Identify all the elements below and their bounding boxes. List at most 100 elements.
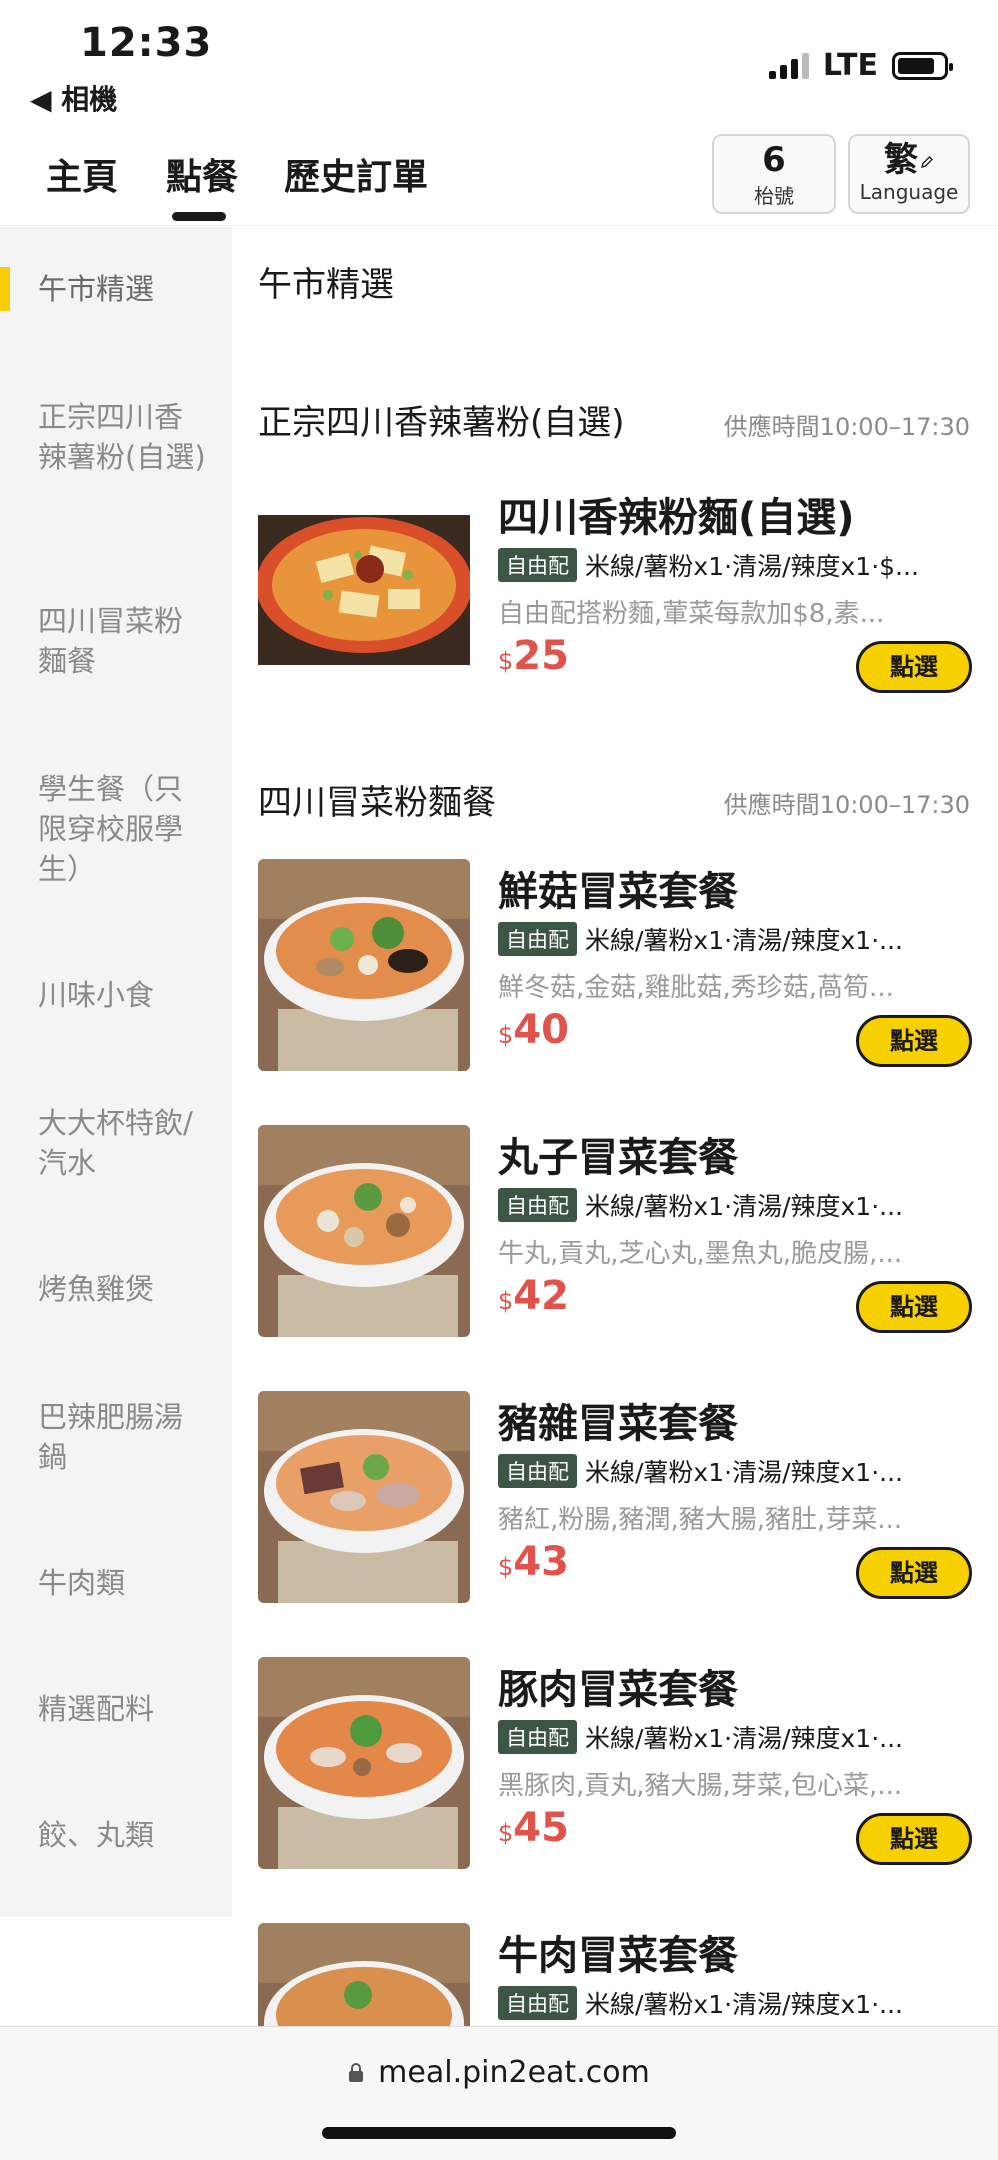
page-title: 午市精選 <box>258 265 394 305</box>
free-match-tag: 自由配 <box>498 1188 577 1222</box>
table-label: 枱號 <box>754 184 794 208</box>
active-tab-indicator <box>172 212 226 221</box>
sidebar-item-beef[interactable]: 牛肉類 <box>38 1563 208 1603</box>
address-bar[interactable]: meal.pin2eat.com <box>0 2055 998 2090</box>
product-card[interactable]: 豬雜冒菜套餐 自由配 米線/薯粉x1·清湯/辣度x1·... 豬紅,粉腸,豬潤,… <box>258 1391 972 1605</box>
product-image <box>258 1125 470 1337</box>
product-image <box>258 1923 470 2027</box>
product-options-row: 自由配 米線/薯粉x1·清湯/辣度x1·... <box>498 921 972 957</box>
tab-history[interactable]: 歷史訂單 <box>284 148 428 200</box>
product-card[interactable]: 丸子冒菜套餐 自由配 米線/薯粉x1·清湯/辣度x1·... 牛丸,貢丸,芝心丸… <box>258 1125 972 1339</box>
sidebar-item-intestine-pot[interactable]: 巴辣肥腸湯鍋 <box>38 1397 208 1477</box>
url-text: meal.pin2eat.com <box>378 2055 650 2090</box>
select-button[interactable]: 點選 <box>856 1547 972 1599</box>
status-bar: 12:33 ◀ 相機 LTE <box>0 0 998 120</box>
price-amount: 25 <box>513 633 569 679</box>
sidebar-item-grilled-fish[interactable]: 烤魚雞煲 <box>38 1269 208 1309</box>
product-card[interactable]: 牛肉冒菜套餐 自由配 米線/薯粉x1·清湯/辣度x1·... <box>258 1923 972 2027</box>
free-match-tag: 自由配 <box>498 548 577 582</box>
product-description: 豬紅,粉腸,豬潤,豬大腸,豬肚,芽菜... <box>498 1505 903 1535</box>
home-indicator[interactable] <box>322 2127 676 2139</box>
product-description: 自由配搭粉麵,葷菜每款加$8,素... <box>498 599 885 629</box>
product-card[interactable]: 四川香辣粉麵(自選) 自由配 米線/薯粉x1·清湯/辣度x1·$... 自由配搭… <box>258 485 972 699</box>
section-title-maocai: 四川冒菜粉麵餐 <box>258 783 496 823</box>
product-options-row: 自由配 米線/薯粉x1·清湯/辣度x1·... <box>498 1453 972 1489</box>
language-current: 繁 <box>884 140 918 180</box>
status-indicators: LTE <box>768 48 953 83</box>
product-options: 米線/薯粉x1·清湯/辣度x1·$... <box>585 552 919 581</box>
sidebar-item-student-meal[interactable]: 學生餐（只限穿校服學生） <box>38 769 208 889</box>
tab-home[interactable]: 主頁 <box>46 148 118 200</box>
product-options-row: 自由配 米線/薯粉x1·清湯/辣度x1·... <box>498 1187 972 1223</box>
signal-icon <box>768 52 809 79</box>
network-label: LTE <box>822 48 878 83</box>
sidebar-item-drinks[interactable]: 大大杯特飲/汽水 <box>38 1103 208 1183</box>
lock-icon <box>349 2063 364 2082</box>
product-name: 牛肉冒菜套餐 <box>498 1933 738 1979</box>
price-amount: 42 <box>513 1273 569 1319</box>
status-time: 12:33 <box>80 20 213 66</box>
product-image <box>258 1657 470 1869</box>
sidebar-active-indicator <box>0 267 10 311</box>
product-options: 米線/薯粉x1·清湯/辣度x1·... <box>585 1990 903 2019</box>
sidebar-item-dumplings[interactable]: 餃、丸類 <box>38 1815 208 1855</box>
tab-order[interactable]: 點餐 <box>166 148 238 200</box>
product-card[interactable]: 鮮菇冒菜套餐 自由配 米線/薯粉x1·清湯/辣度x1·... 鮮冬菇,金菇,雞肶… <box>258 859 972 1073</box>
product-description: 牛丸,貢丸,芝心丸,墨魚丸,脆皮腸,... <box>498 1239 903 1269</box>
battery-icon <box>892 51 953 80</box>
select-button[interactable]: 點選 <box>856 641 972 693</box>
price-amount: 43 <box>513 1539 569 1585</box>
free-match-tag: 自由配 <box>498 1454 577 1488</box>
product-options: 米線/薯粉x1·清湯/辣度x1·... <box>585 1724 903 1753</box>
product-card[interactable]: 豚肉冒菜套餐 自由配 米線/薯粉x1·清湯/辣度x1·... 黑豚肉,貢丸,豬大… <box>258 1657 972 1871</box>
product-name: 豚肉冒菜套餐 <box>498 1667 738 1713</box>
back-to-camera-link[interactable]: ◀ 相機 <box>30 78 117 118</box>
product-options-row: 自由配 米線/薯粉x1·清湯/辣度x1·... <box>498 1719 972 1755</box>
language-button[interactable]: 繁 Language <box>848 134 970 214</box>
product-name: 豬雜冒菜套餐 <box>498 1401 738 1447</box>
table-number: 6 <box>762 140 786 180</box>
section-time-sichuan-noodles: 供應時間10:00–17:30 <box>723 413 970 441</box>
category-sidebar: 午市精選 正宗四川香辣薯粉(自選) 四川冒菜粉麵餐 學生餐（只限穿校服學生） 川… <box>0 227 232 1917</box>
top-nav: 主頁 點餐 歷史訂單 6 枱號 繁 Language <box>0 120 998 226</box>
language-label: Language <box>859 180 959 204</box>
product-price: $43 <box>498 1539 569 1585</box>
select-button[interactable]: 點選 <box>856 1281 972 1333</box>
section-title-sichuan-noodles: 正宗四川香辣薯粉(自選) <box>258 403 625 443</box>
browser-bottom-bar: meal.pin2eat.com <box>0 2026 998 2160</box>
sidebar-item-lunch-specials[interactable]: 午市精選 <box>38 269 208 309</box>
price-amount: 40 <box>513 1007 569 1053</box>
free-match-tag: 自由配 <box>498 1986 577 2020</box>
product-description: 黑豚肉,貢丸,豬大腸,芽菜,包心菜,... <box>498 1771 903 1801</box>
section-time-maocai: 供應時間10:00–17:30 <box>723 791 970 819</box>
product-image <box>258 1391 470 1603</box>
free-match-tag: 自由配 <box>498 922 577 956</box>
price-amount: 45 <box>513 1805 569 1851</box>
select-button[interactable]: 點選 <box>856 1813 972 1865</box>
product-image <box>258 859 470 1071</box>
product-image <box>258 485 470 697</box>
product-options: 米線/薯粉x1·清湯/辣度x1·... <box>585 926 903 955</box>
price-currency: $ <box>498 1553 514 1581</box>
free-match-tag: 自由配 <box>498 1720 577 1754</box>
pencil-icon <box>920 156 933 169</box>
product-price: $42 <box>498 1273 569 1319</box>
sidebar-item-toppings[interactable]: 精選配料 <box>38 1689 208 1729</box>
product-price: $45 <box>498 1805 569 1851</box>
product-name: 丸子冒菜套餐 <box>498 1135 738 1181</box>
product-name: 鮮菇冒菜套餐 <box>498 869 738 915</box>
sidebar-item-maocai-set[interactable]: 四川冒菜粉麵餐 <box>38 601 208 681</box>
product-description: 鮮冬菇,金菇,雞肶菇,秀珍菇,萵筍... <box>498 973 894 1003</box>
sidebar-item-snacks[interactable]: 川味小食 <box>38 975 208 1015</box>
sidebar-item-sichuan-noodles[interactable]: 正宗四川香辣薯粉(自選) <box>38 397 208 477</box>
price-currency: $ <box>498 1021 514 1049</box>
table-number-box: 6 枱號 <box>712 134 836 214</box>
product-name: 四川香辣粉麵(自選) <box>498 495 855 541</box>
menu-content: 午市精選 正宗四川香辣薯粉(自選) 供應時間10:00–17:30 四川香辣粉麵… <box>232 227 998 2027</box>
price-currency: $ <box>498 647 514 675</box>
price-currency: $ <box>498 1287 514 1315</box>
product-price: $25 <box>498 633 569 679</box>
product-options-row: 自由配 米線/薯粉x1·清湯/辣度x1·$... <box>498 547 972 583</box>
product-options-row: 自由配 米線/薯粉x1·清湯/辣度x1·... <box>498 1985 972 2021</box>
select-button[interactable]: 點選 <box>856 1015 972 1067</box>
